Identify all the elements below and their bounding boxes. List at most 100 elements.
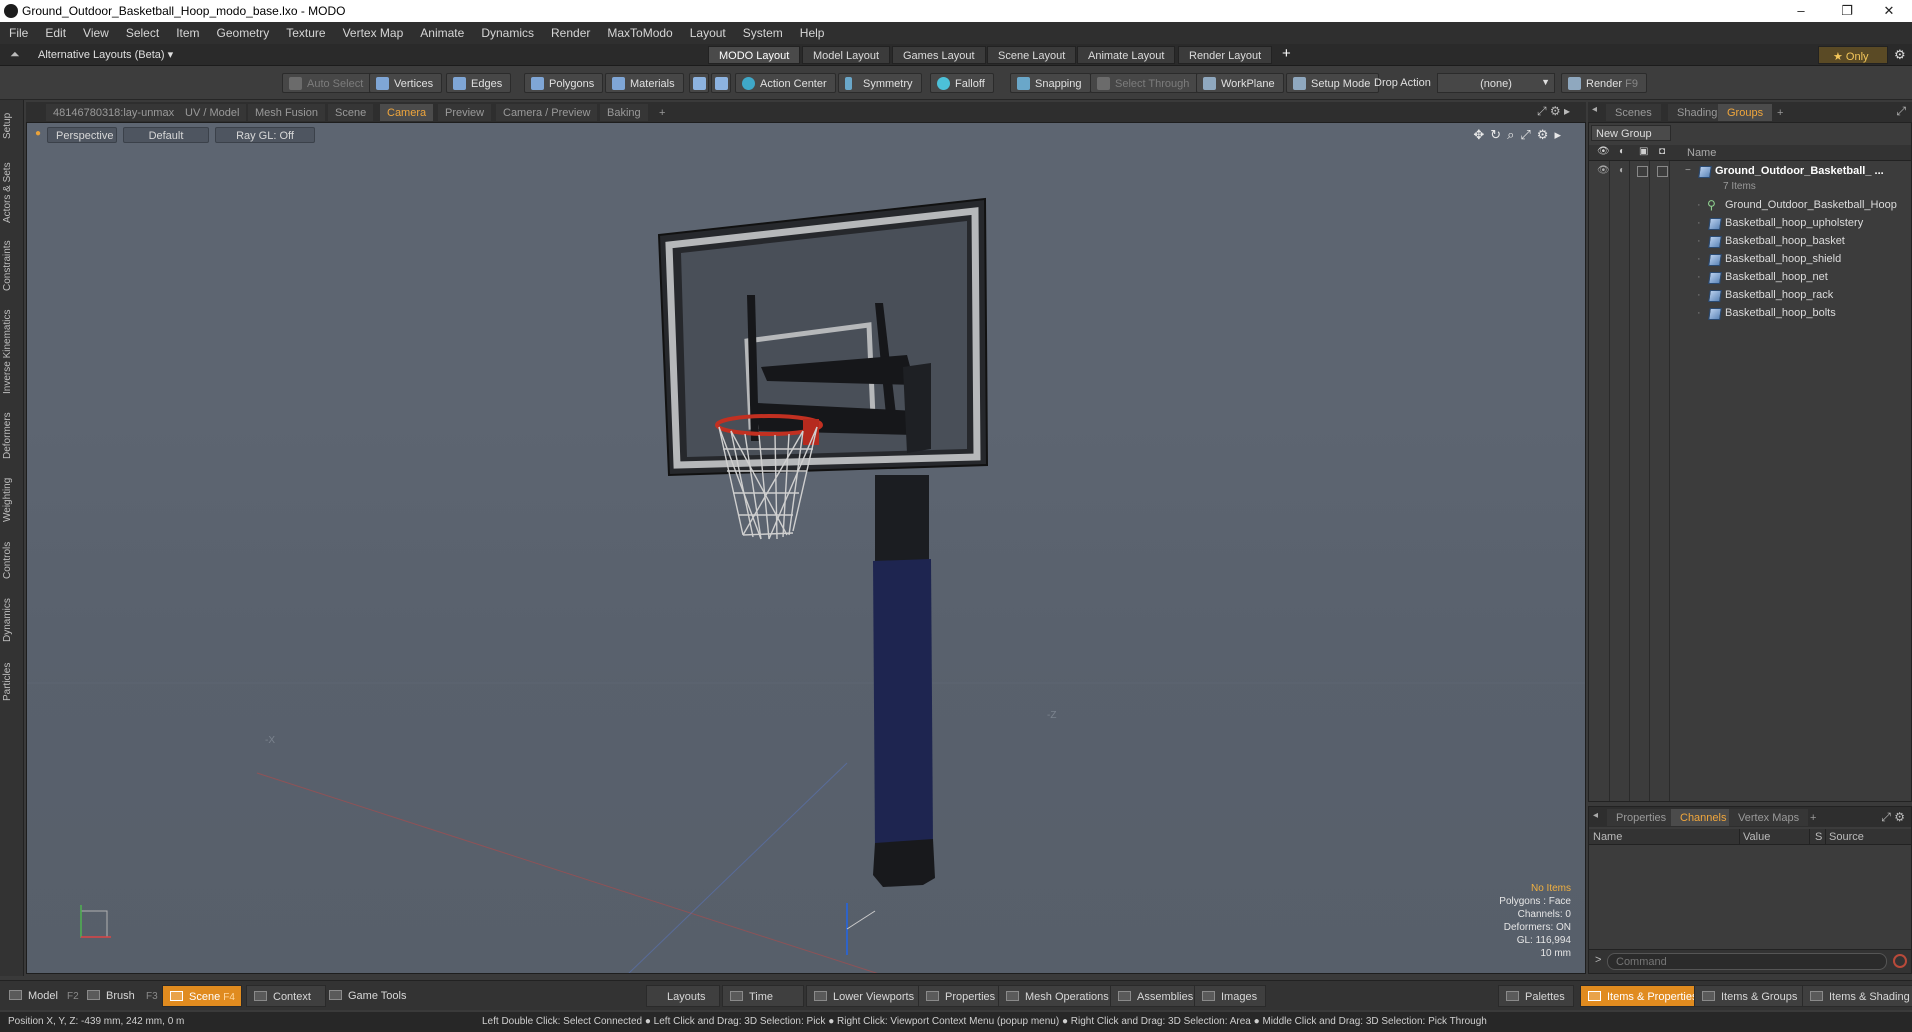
symmetry-button[interactable]: Symmetry [838,73,922,93]
menu-layout[interactable]: Layout [681,22,734,44]
3d-viewport[interactable]: ● Perspective Default Ray GL: Off ✥↻⌕⤢⚙▸ [26,122,1586,974]
menu-select[interactable]: Select [117,22,167,44]
group-item[interactable]: · Basketball_hoop_net [1589,269,1911,287]
tab-vertex-maps[interactable]: Vertex Maps [1729,809,1809,826]
add-panel-tab-button[interactable]: + [1768,104,1792,121]
game-tools-button[interactable]: Game Tools [322,985,415,1007]
materials-button[interactable]: Materials [605,73,684,93]
select-through-button[interactable]: Select Through [1090,73,1199,93]
select-mode-a-button[interactable] [689,73,709,93]
layouts-button[interactable]: Layouts [646,985,720,1007]
alternative-layouts-dropdown[interactable]: Alternative Layouts (Beta) ▾ [38,48,173,61]
group-item[interactable]: · Basketball_hoop_basket [1589,233,1911,251]
tab-animate-layout[interactable]: Animate Layout [1077,46,1176,64]
maximize-button[interactable]: ❐ [1824,0,1870,22]
select-mode-b-button[interactable] [711,73,731,93]
vtab-dynamics[interactable]: Dynamics [2,592,22,648]
tab-uv-model[interactable]: UV / Model [178,104,247,121]
tab-camera-preview[interactable]: Camera / Preview [496,104,598,121]
tab-games-layout[interactable]: Games Layout [892,46,986,64]
tab-mesh-fusion[interactable]: Mesh Fusion [248,104,325,121]
vtab-actors-sets[interactable]: Actors & Sets [2,158,22,228]
collapse-icon[interactable]: − [1685,165,1691,176]
menu-texture[interactable]: Texture [277,22,333,44]
workplane-button[interactable]: WorkPlane [1196,73,1284,93]
render-button[interactable]: Render F9 [1561,73,1647,93]
menu-view[interactable]: View [74,22,117,44]
lower-viewports-button[interactable]: Lower Viewports [806,985,924,1007]
edges-button[interactable]: Edges [446,73,512,93]
snapping-button[interactable]: Snapping [1010,73,1091,93]
tab-render-layout[interactable]: Render Layout [1178,46,1273,64]
panel-menu-icon[interactable]: ◂ [1592,104,1597,115]
menu-help[interactable]: Help [791,22,833,44]
menu-geometry[interactable]: Geometry [208,22,278,44]
vtab-particles[interactable]: Particles [2,656,22,708]
scene-button[interactable]: Scene F4 [162,985,242,1007]
palettes-button[interactable]: Palettes [1498,985,1574,1007]
expand-panel-icon[interactable]: ⤢ [1896,104,1906,119]
group-item[interactable]: · Basketball_hoop_shield [1589,251,1911,269]
close-button[interactable]: ✕ [1866,0,1912,22]
tab-properties[interactable]: Properties [1607,809,1676,826]
vtab-constraints[interactable]: Constraints [2,236,22,296]
vtab-deformers[interactable]: Deformers [2,408,22,464]
name-column-header[interactable]: Name [1687,147,1716,159]
drop-action-select[interactable]: (none) ▼ [1437,73,1555,93]
model-button[interactable]: Model [2,985,66,1007]
menu-vertex-map[interactable]: Vertex Map [334,22,412,44]
vtab-inverse-kinematics[interactable]: Inverse Kinematics [2,304,22,400]
properties-button[interactable]: Properties [918,985,1005,1007]
tab-preview[interactable]: Preview [438,104,492,121]
channels-name-header[interactable]: Name [1593,831,1622,843]
render-toggle-icon[interactable]: ◐ [1619,165,1625,176]
vtab-setup[interactable]: Setup [2,106,22,146]
select-icon[interactable]: ◘ [1659,146,1665,157]
time-button[interactable]: Time [722,985,804,1007]
minimize-button[interactable]: – [1778,0,1824,22]
menu-dynamics[interactable]: Dynamics [472,22,542,44]
group-item[interactable]: · ⚲ Ground_Outdoor_Basketball_Hoop [1589,197,1911,215]
falloff-button[interactable]: Falloff [930,73,994,93]
gear-icon[interactable]: ⚙ [1894,47,1906,63]
tab-channels[interactable]: Channels [1671,809,1736,826]
assemblies-button[interactable]: Assemblies [1110,985,1203,1007]
polygons-button[interactable]: Polygons [524,73,604,93]
tab-camera[interactable]: Camera [380,104,434,121]
vtab-controls[interactable]: Controls [2,536,22,584]
menu-file[interactable]: File [0,22,36,44]
tab-lay-unmax[interactable]: 48146780318:lay-unmax [46,104,182,121]
render-visibility-icon[interactable]: ◐ [1619,146,1625,157]
select-checkbox[interactable] [1657,166,1668,177]
lock-icon[interactable]: ▣ [1639,146,1648,157]
items-groups-button[interactable]: Items & Groups [1694,985,1807,1007]
tab-scenes[interactable]: Scenes [1606,104,1661,121]
only-button[interactable]: ★ Only [1818,46,1888,64]
group-item[interactable]: · Basketball_hoop_upholstery [1589,215,1911,233]
mesh-operations-button[interactable]: Mesh Operations [998,985,1118,1007]
images-button[interactable]: Images [1194,985,1267,1007]
tab-baking[interactable]: Baking [600,104,648,121]
items-shading-button[interactable]: Items & Shading [1802,985,1912,1007]
visibility-icon[interactable]: 👁 [1597,146,1610,157]
props-menu-icon[interactable]: ◂ [1593,810,1598,821]
tab-scene-layout[interactable]: Scene Layout [987,46,1077,64]
tab-scene[interactable]: Scene [328,104,374,121]
menu-render[interactable]: Render [542,22,598,44]
viewport-options-icon[interactable]: ⤢ ⚙ ▸ [1537,104,1570,119]
channels-s-header[interactable]: S [1815,831,1822,843]
brush-button[interactable]: Brush [80,985,143,1007]
group-item[interactable]: · Basketball_hoop_rack [1589,287,1911,305]
group-item[interactable]: · Basketball_hoop_bolts [1589,305,1911,323]
menu-system[interactable]: System [734,22,791,44]
add-viewport-tab-button[interactable]: + [652,104,672,121]
menu-animate[interactable]: Animate [411,22,472,44]
action-center-button[interactable]: Action Center [735,73,836,93]
lock-checkbox[interactable] [1637,166,1648,177]
add-layout-button[interactable]: + [1282,45,1291,62]
menu-item[interactable]: Item [167,22,207,44]
auto-select-button[interactable]: Auto Select [282,73,373,93]
visibility-toggle-icon[interactable]: 👁 [1597,165,1610,176]
tab-modo-layout[interactable]: MODO Layout [708,46,801,64]
record-icon[interactable] [1893,954,1907,968]
